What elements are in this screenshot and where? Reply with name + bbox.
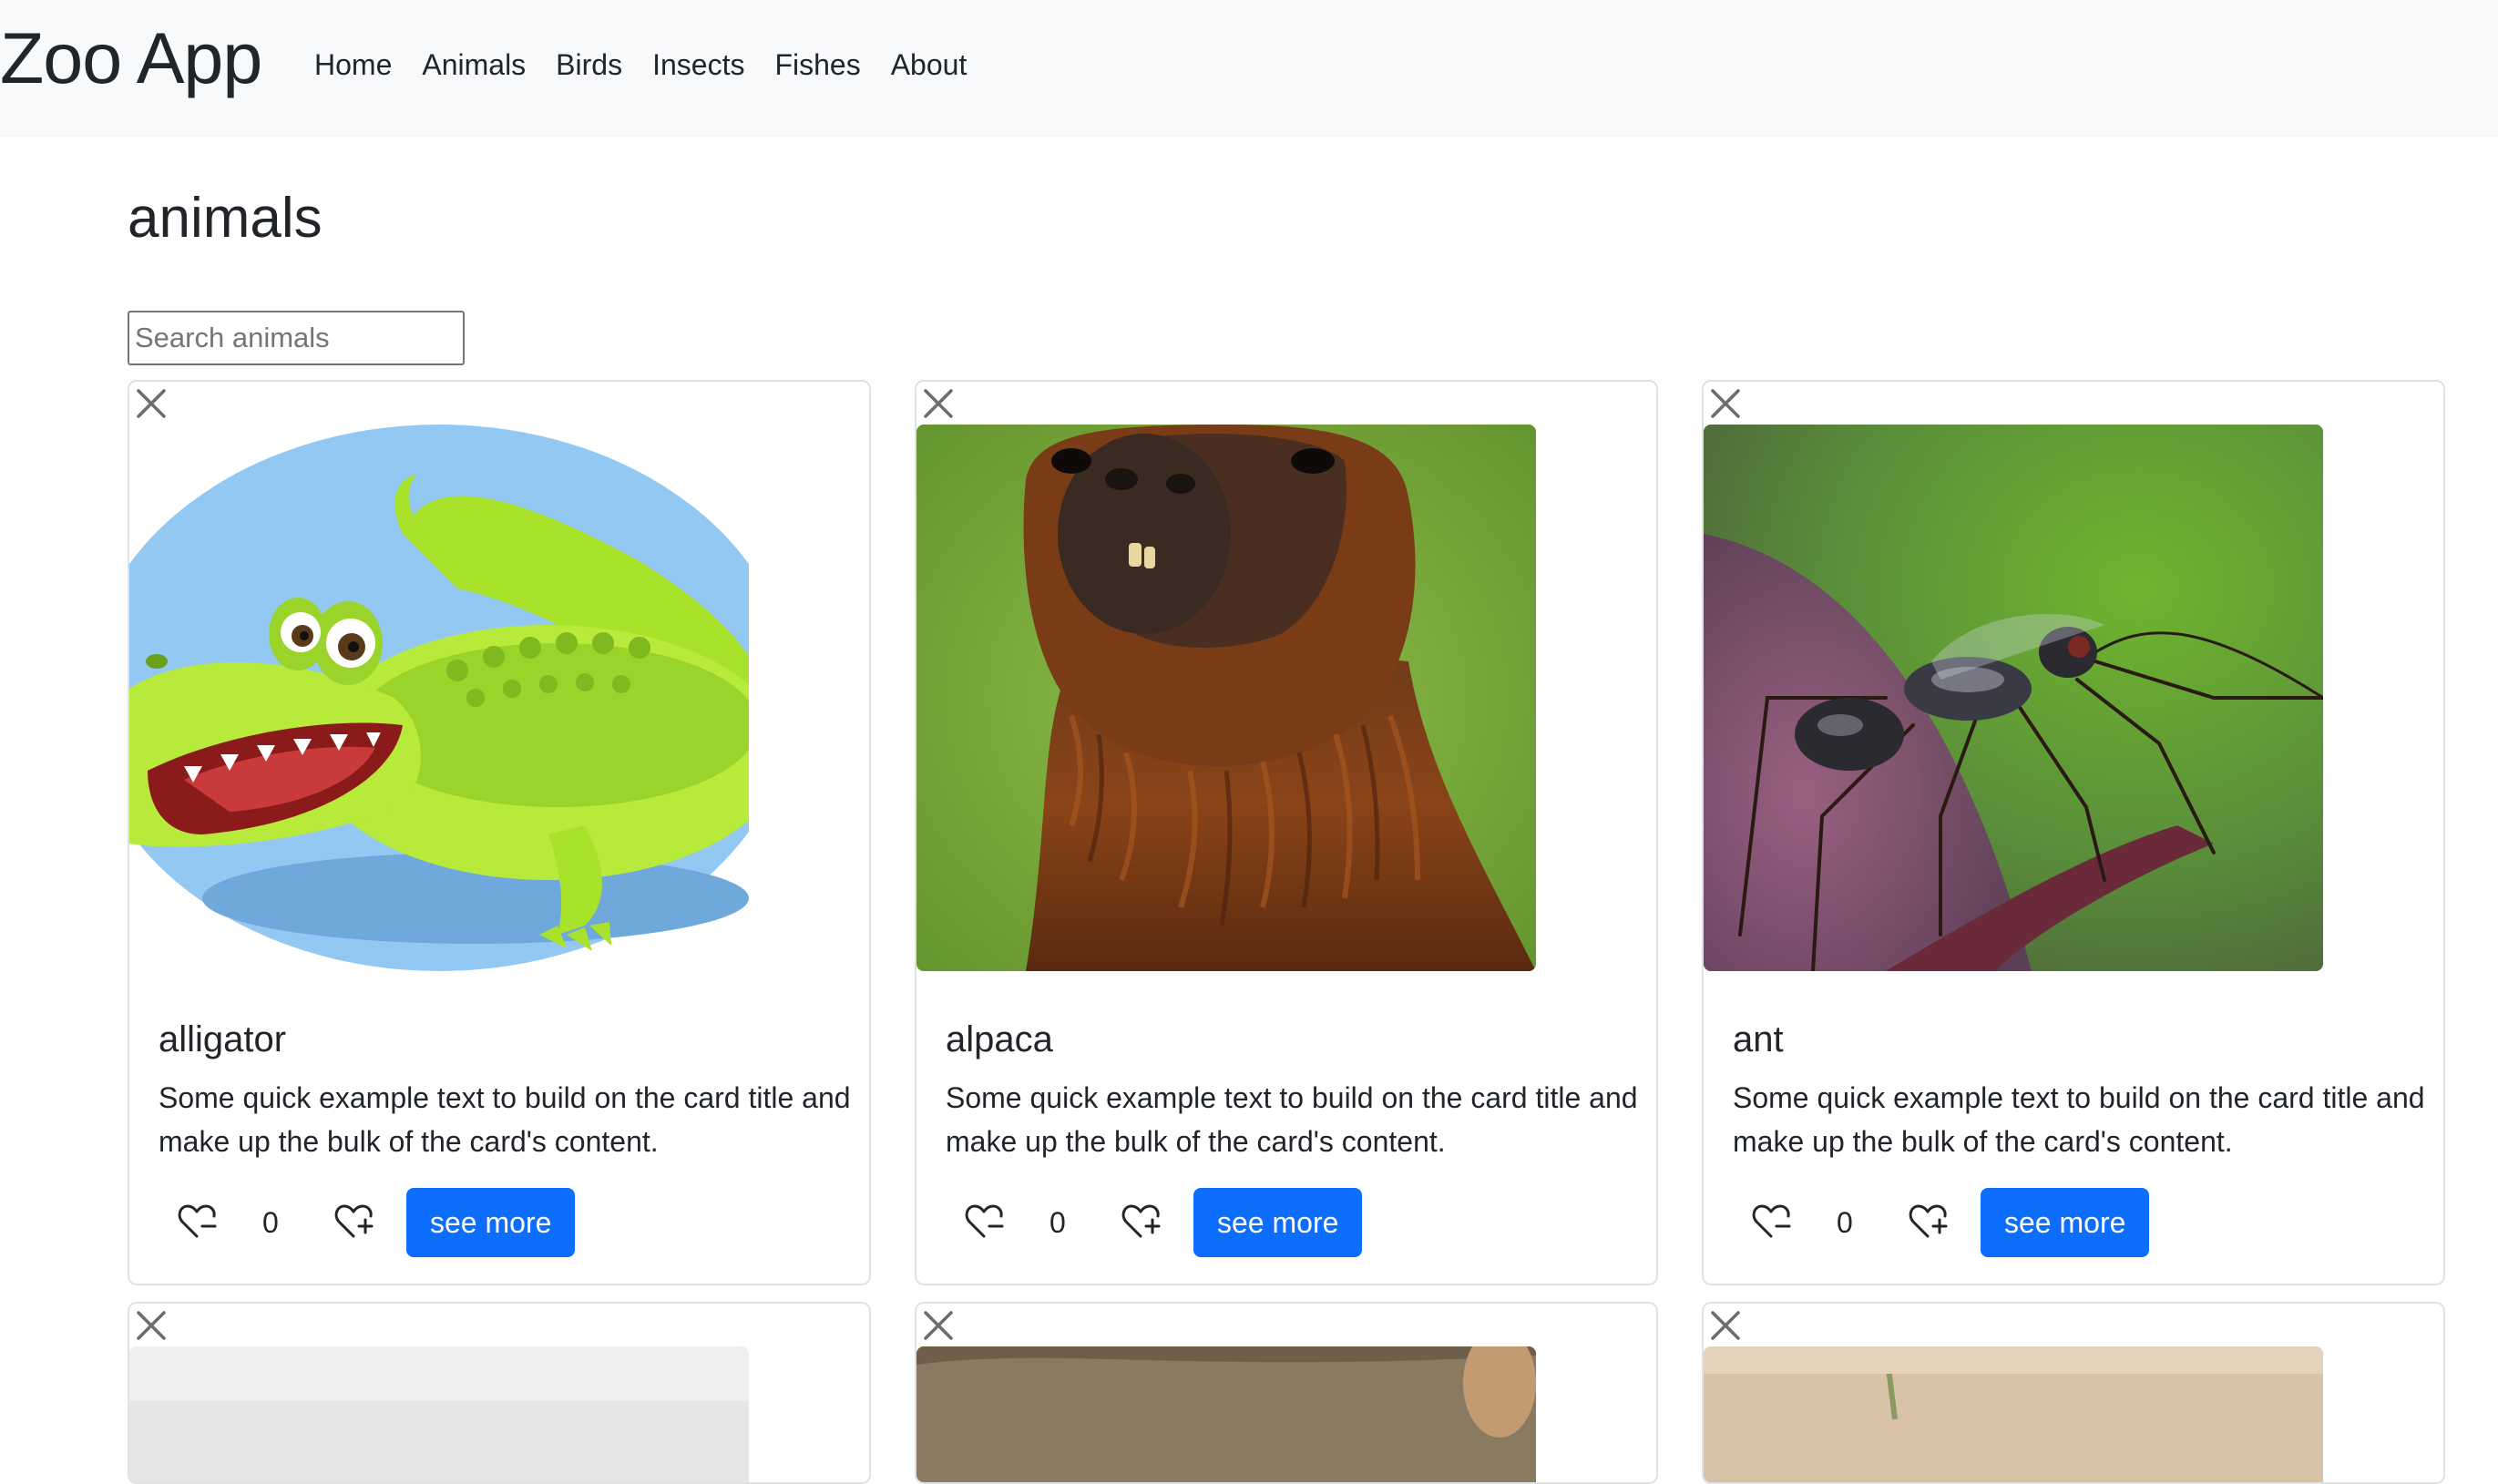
like-count: 0 [1837, 1206, 1853, 1239]
close-icon[interactable] [133, 385, 169, 422]
card-title: alligator [159, 1019, 287, 1059]
animal-card-row2-1 [128, 1302, 871, 1484]
animal-card-row2-3 [1702, 1302, 2445, 1484]
see-more-button[interactable]: see more [1981, 1188, 2150, 1257]
like-count: 0 [262, 1206, 279, 1239]
like-count: 0 [1049, 1206, 1066, 1239]
animal-image [916, 1346, 1536, 1482]
nav-link-home[interactable]: Home [314, 46, 392, 84]
animal-card-ant: ant Some quick example text to build on … [1702, 380, 2445, 1285]
ant-image [1704, 425, 2323, 971]
close-icon[interactable] [920, 385, 957, 422]
see-more-button[interactable]: see more [1193, 1188, 1363, 1257]
animal-image [129, 1346, 749, 1482]
card-text: Some quick example text to build on the … [159, 1081, 851, 1158]
animal-card-row2-2 [915, 1302, 1658, 1484]
brand-link[interactable]: Zoo App [0, 13, 262, 104]
heart-plus-icon[interactable] [333, 1202, 375, 1243]
nav-link-about[interactable]: About [891, 46, 967, 84]
animal-card-alpaca: alpaca Some quick example text to build … [915, 380, 1658, 1285]
card-actions: 0 see more [177, 1188, 833, 1257]
close-icon[interactable] [920, 1307, 957, 1344]
animal-image [1704, 1346, 2323, 1482]
search-input[interactable] [128, 311, 465, 365]
heart-minus-icon[interactable] [177, 1202, 219, 1243]
heart-minus-icon[interactable] [964, 1202, 1006, 1243]
nav-link-birds[interactable]: Birds [556, 46, 622, 84]
nav-link-animals[interactable]: Animals [422, 46, 526, 84]
card-actions: 0 see more [964, 1188, 1620, 1257]
card-actions: 0 see more [1751, 1188, 2407, 1257]
alligator-image [129, 425, 749, 971]
card-text: Some quick example text to build on the … [946, 1081, 1638, 1158]
nav-link-insects[interactable]: Insects [652, 46, 744, 84]
card-title: alpaca [946, 1019, 1053, 1059]
page-title: animals [128, 187, 322, 250]
card-title: ant [1733, 1019, 1784, 1059]
close-icon[interactable] [1707, 385, 1744, 422]
heart-plus-icon[interactable] [1121, 1202, 1162, 1243]
close-icon[interactable] [133, 1307, 169, 1344]
heart-minus-icon[interactable] [1751, 1202, 1793, 1243]
navbar: Zoo App Home Animals Birds Insects Fishe… [0, 0, 2498, 138]
heart-plus-icon[interactable] [1908, 1202, 1950, 1243]
card-text: Some quick example text to build on the … [1733, 1081, 2425, 1158]
close-icon[interactable] [1707, 1307, 1744, 1344]
animal-card-alligator: alligator Some quick example text to bui… [128, 380, 871, 1285]
nav-link-fishes[interactable]: Fishes [774, 46, 860, 84]
see-more-button[interactable]: see more [406, 1188, 576, 1257]
nav-links: Home Animals Birds Insects Fishes About [314, 46, 997, 84]
alpaca-image [916, 425, 1536, 971]
